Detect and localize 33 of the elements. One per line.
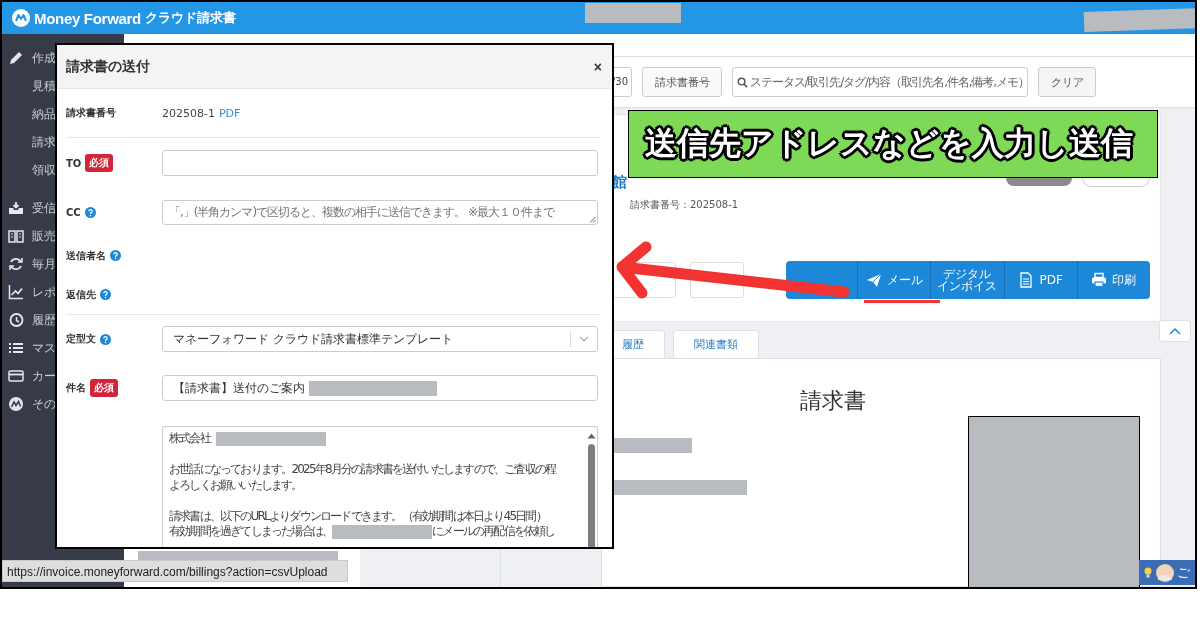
invoice-number: 請求書番号：202508-1	[630, 198, 740, 212]
message-text: よろしくお願いいたします。	[169, 477, 302, 493]
dialog-title: 請求書の送付	[66, 57, 150, 76]
required-badge: 必須	[85, 154, 114, 172]
field-label: 件名	[66, 381, 86, 395]
sidebar-label: その	[32, 395, 56, 413]
status-url: https://invoice.moneyforward.com/billings?action=csvUpload	[2, 560, 348, 582]
sidebar-label: 受信	[32, 199, 56, 217]
sidebar-label: 毎月	[32, 255, 56, 273]
field-label: 請求書番号	[66, 106, 116, 120]
field-label: TO	[66, 157, 82, 169]
sidebar-label: マス	[32, 339, 56, 357]
message-text: 請求書は、以下のURLよりダウンロードできます。（有効期間は本日より45日間）	[169, 508, 546, 524]
sidebar-label: 販売	[32, 227, 56, 245]
field-label: 返信先	[66, 287, 96, 302]
sidebar-label: 履歴	[32, 311, 56, 329]
required-badge: 必須	[90, 379, 118, 397]
message-text: お世話になっております。2025年8月分の請求書を送付いたしますので、ご査収の程	[169, 462, 556, 478]
sidebar-label: カー	[32, 367, 56, 385]
product-name: クラウド請求書	[144, 9, 236, 27]
invoice-number-value: 202508-1	[162, 106, 215, 120]
message-text: 有効期間を過ぎてしまった場合は、	[169, 524, 333, 540]
field-label: 送信者名	[66, 248, 106, 263]
callout-text: 送信先アドレスなどを入力し送信	[645, 123, 1133, 164]
brand-name: Money Forward	[34, 9, 141, 27]
help-widget-label: ご	[1177, 563, 1190, 582]
sidebar-label: レポ	[32, 283, 56, 301]
field-label: CC	[66, 206, 81, 218]
field-label: 定型文	[66, 332, 96, 346]
sidebar-label: 作成	[32, 49, 56, 67]
message-text: 株式会社	[169, 431, 210, 447]
preview-heading: 請求書	[799, 387, 867, 415]
message-text: にメールの再配信を依頼し	[432, 524, 555, 540]
